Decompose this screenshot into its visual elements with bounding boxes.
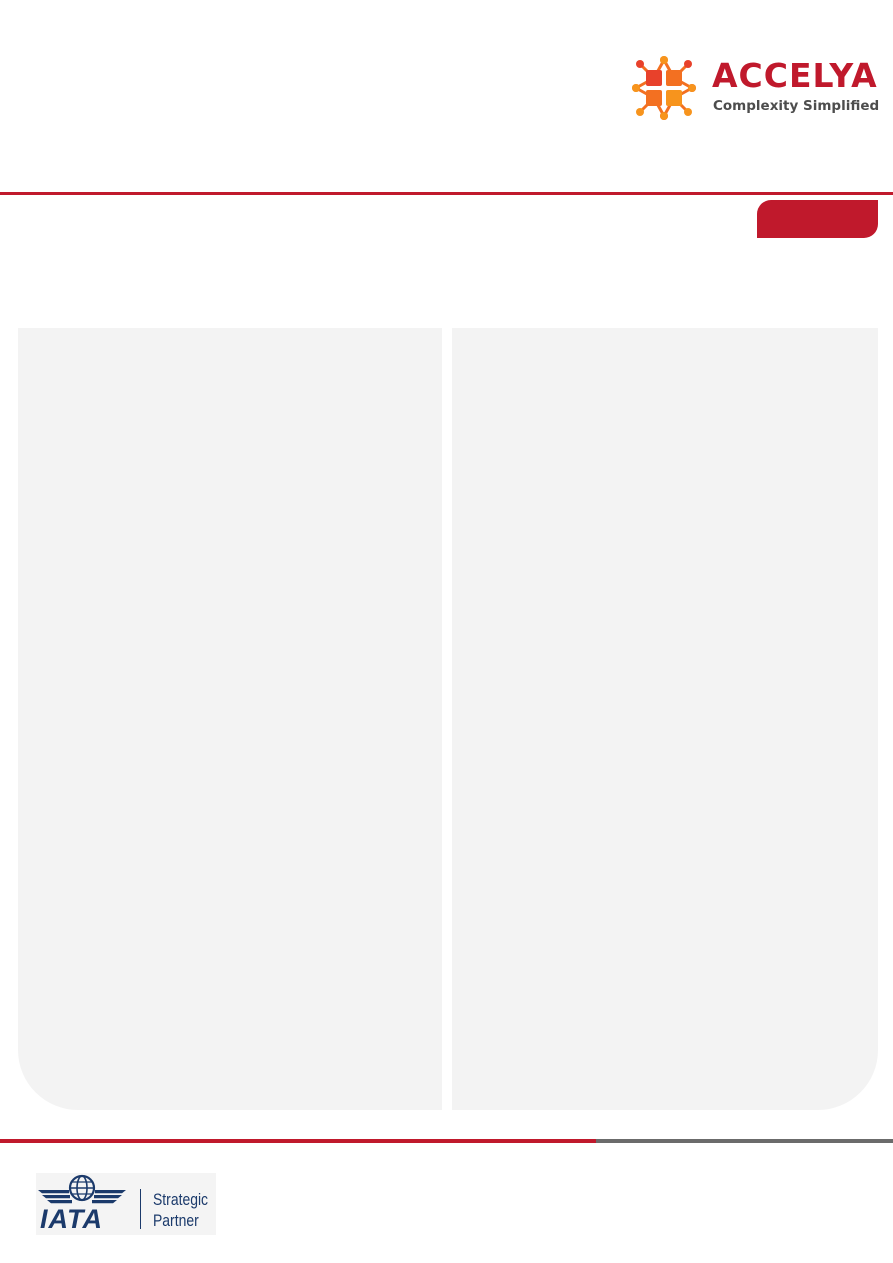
molecule-atom: [684, 60, 692, 68]
molecule-atom: [632, 84, 640, 92]
footer-rule-accent: [0, 1139, 596, 1143]
wing-feather-left: [38, 1190, 69, 1194]
molecule-atom: [636, 108, 644, 116]
content-panel-right: [452, 328, 878, 1110]
wing-feather-right: [95, 1190, 126, 1194]
partner-label-line1: Strategic: [153, 1190, 209, 1209]
iata-wordmark: IATA: [40, 1204, 103, 1234]
molecule-core: [666, 90, 682, 106]
iata-winged-globe-icon: [38, 1174, 126, 1204]
wing-feather-right: [92, 1200, 117, 1204]
wing-feather-left: [42, 1195, 70, 1199]
molecule-core: [646, 90, 662, 106]
brand-tagline: Complexity Simplified: [713, 98, 880, 114]
molecule-atom: [636, 60, 644, 68]
header-tab: [757, 200, 878, 238]
molecule-atom: [688, 84, 696, 92]
molecule-atom: [660, 112, 668, 120]
molecule-atom: [660, 56, 668, 64]
molecule-core: [646, 70, 662, 86]
partner-label: Strategic Partner: [153, 1189, 208, 1231]
wing-feather-right: [94, 1195, 122, 1199]
document-page: ACCELYA Complexity Simplified IATA Strat…: [0, 0, 893, 1263]
content-panel-left: [18, 328, 442, 1110]
iata-partner-logo: IATA Strategic Partner: [36, 1173, 216, 1235]
wing-feather-left: [47, 1200, 72, 1204]
molecule-atom: [684, 108, 692, 116]
header-rule: [0, 192, 893, 195]
partner-label-line2: Partner: [153, 1211, 199, 1230]
iata-divider: [140, 1189, 141, 1229]
molecule-core: [666, 70, 682, 86]
accelya-logo: ACCELYA Complexity Simplified: [632, 56, 882, 120]
brand-name: ACCELYA: [712, 56, 878, 95]
accelya-molecule-icon: [632, 56, 696, 120]
footer-rule-grey: [596, 1139, 893, 1143]
